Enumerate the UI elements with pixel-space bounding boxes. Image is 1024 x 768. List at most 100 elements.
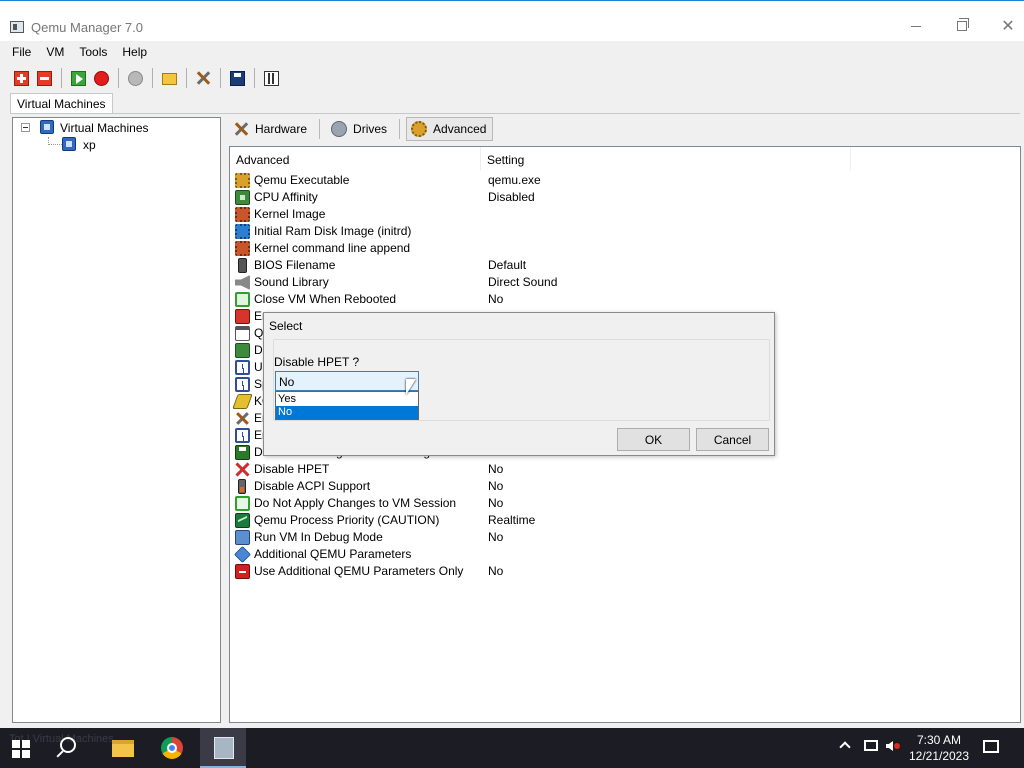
undo-icon bbox=[235, 496, 250, 511]
setting-name: Close VM When Rebooted bbox=[254, 292, 397, 306]
window-icon bbox=[235, 326, 250, 341]
restore-button[interactable] bbox=[939, 11, 985, 41]
tab-virtual-machines[interactable]: Virtual Machines bbox=[10, 93, 113, 114]
menu-vm[interactable]: VM bbox=[37, 43, 70, 63]
tree-item-xp[interactable]: xp bbox=[83, 138, 96, 152]
table-row[interactable]: Kernel command line append bbox=[234, 240, 1014, 257]
table-row[interactable]: Use Additional QEMU Parameters Only No bbox=[234, 563, 1014, 580]
stop-vm-button[interactable] bbox=[90, 67, 112, 89]
windows-logo-icon bbox=[12, 740, 20, 748]
setting-value: Direct Sound bbox=[488, 275, 558, 289]
table-row[interactable]: Qemu Process Priority (CAUTION) Realtime bbox=[234, 512, 1014, 529]
network-button[interactable] bbox=[124, 67, 146, 89]
clock-icon bbox=[235, 377, 250, 392]
open-folder-button[interactable] bbox=[158, 67, 180, 89]
clock-icon bbox=[235, 428, 250, 443]
clock[interactable]: 7:30 AM 12/21/2023 bbox=[906, 732, 972, 764]
tab-advanced-label: Advanced bbox=[433, 122, 487, 136]
toolbar-separator bbox=[254, 68, 255, 88]
setting-value: Realtime bbox=[488, 513, 536, 527]
add-vm-button[interactable] bbox=[10, 67, 32, 89]
tab-hardware[interactable]: Hardware bbox=[228, 117, 314, 141]
show-hidden-icons-icon[interactable] bbox=[839, 741, 851, 753]
setting-name: Disable HPET bbox=[254, 462, 330, 476]
ok-button[interactable]: OK bbox=[617, 428, 690, 451]
battery-icon bbox=[238, 479, 246, 494]
table-row[interactable]: Disable ACPI Support No bbox=[234, 478, 1014, 495]
table-row[interactable]: Close VM When Rebooted No bbox=[234, 291, 1014, 308]
chrome-icon[interactable] bbox=[161, 737, 183, 759]
table-row[interactable]: Do Not Apply Changes to VM Session No bbox=[234, 495, 1014, 512]
file-explorer-icon[interactable] bbox=[112, 740, 134, 757]
vm-tree: Virtual Machines xp bbox=[12, 117, 221, 723]
tools-button[interactable] bbox=[192, 67, 214, 89]
menu-help[interactable]: Help bbox=[113, 43, 153, 63]
setting-value: No bbox=[488, 462, 504, 476]
table-row[interactable]: Initial Ram Disk Image (initrd) bbox=[234, 223, 1014, 240]
start-vm-button[interactable] bbox=[67, 67, 89, 89]
start-button[interactable] bbox=[12, 740, 30, 758]
tab-advanced[interactable]: Advanced bbox=[406, 117, 494, 141]
gears-blue-icon bbox=[235, 224, 250, 239]
setting-name: Use Additional QEMU Parameters Only bbox=[254, 564, 464, 578]
table-row[interactable]: Kernel Image bbox=[234, 206, 1014, 223]
option-no[interactable]: No bbox=[276, 406, 418, 419]
tab-hardware-label: Hardware bbox=[255, 122, 308, 136]
mouse-cursor-icon bbox=[406, 379, 416, 395]
tab-separator bbox=[399, 119, 401, 139]
tab-drives[interactable]: Drives bbox=[326, 117, 394, 141]
table-row[interactable]: Disable HPET No bbox=[234, 461, 1014, 478]
floppy-icon bbox=[235, 445, 250, 460]
clock-date: 12/21/2023 bbox=[908, 749, 970, 763]
setting-value: qemu.exe bbox=[488, 173, 541, 187]
add-vm-icon bbox=[13, 70, 29, 86]
menu-file[interactable]: File bbox=[0, 43, 37, 63]
menu-tools[interactable]: Tools bbox=[70, 43, 113, 63]
gears-icon bbox=[235, 207, 250, 222]
tree-connector bbox=[48, 144, 62, 145]
save-icon bbox=[229, 70, 245, 86]
title-bar: Qemu Manager 7.0 ✕ bbox=[0, 1, 1024, 41]
settings-icon bbox=[263, 70, 279, 86]
table-row[interactable]: Qemu Executable qemu.exe bbox=[234, 172, 1014, 189]
tree-collapse-icon[interactable] bbox=[21, 123, 30, 132]
select-current-value: No bbox=[279, 375, 295, 389]
search-icon[interactable] bbox=[60, 737, 76, 753]
vm-settings-tabs: Hardware Drives Advanced bbox=[228, 117, 498, 141]
setting-name: Kernel command line append bbox=[254, 241, 411, 255]
option-yes[interactable]: Yes bbox=[276, 393, 418, 406]
setting-name: Run VM In Debug Mode bbox=[254, 530, 383, 544]
table-row[interactable]: Additional QEMU Parameters bbox=[234, 546, 1014, 563]
debug-icon bbox=[235, 530, 250, 545]
column-header-advanced[interactable]: Advanced bbox=[230, 147, 480, 171]
column-header-empty bbox=[850, 147, 1020, 171]
volume-icon[interactable] bbox=[886, 741, 893, 751]
cancel-button[interactable]: Cancel bbox=[696, 428, 769, 451]
table-row[interactable]: Sound Library Direct Sound bbox=[234, 274, 1014, 291]
setting-value: Default bbox=[488, 258, 527, 272]
tree-root-virtual-machines[interactable]: Virtual Machines bbox=[60, 121, 149, 135]
table-row[interactable]: CPU Affinity Disabled bbox=[234, 189, 1014, 206]
network-tray-icon[interactable] bbox=[864, 740, 878, 751]
qemu-manager-window: Qemu Manager 7.0 ✕ File VM Tools Help Vi… bbox=[0, 0, 1024, 728]
toolbar-separator bbox=[118, 68, 119, 88]
clock-icon bbox=[235, 360, 250, 375]
table-row[interactable]: Run VM In Debug Mode No bbox=[234, 529, 1014, 546]
notifications-icon[interactable] bbox=[983, 740, 999, 753]
settings-button[interactable] bbox=[260, 67, 282, 89]
window-title: Qemu Manager 7.0 bbox=[31, 20, 144, 35]
setting-value: No bbox=[488, 530, 504, 544]
table-row[interactable]: BIOS Filename Default bbox=[234, 257, 1014, 274]
save-button[interactable] bbox=[226, 67, 248, 89]
open-folder-icon bbox=[161, 73, 177, 85]
tab-separator bbox=[319, 119, 321, 139]
close-button[interactable]: ✕ bbox=[985, 11, 1024, 41]
cpu-icon bbox=[235, 190, 250, 205]
toolbar bbox=[0, 64, 1024, 92]
hpet-select[interactable]: No bbox=[275, 371, 419, 391]
remove-vm-button[interactable] bbox=[33, 67, 55, 89]
qemu-manager-taskbar-icon[interactable] bbox=[200, 728, 246, 768]
cube-icon bbox=[234, 546, 251, 563]
minimize-button[interactable] bbox=[893, 11, 939, 41]
column-header-setting[interactable]: Setting bbox=[480, 147, 850, 171]
